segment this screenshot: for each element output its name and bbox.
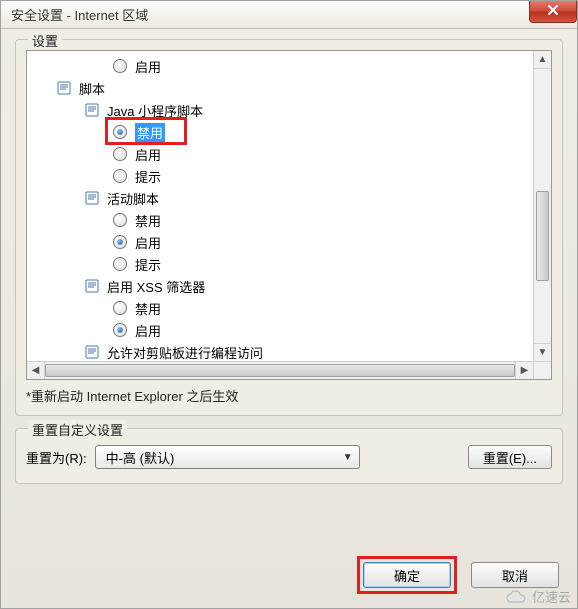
reset-fieldset: 重置自定义设置 重置为(R): 中-高 (默认) ▼ 重置(E)... (15, 428, 563, 484)
group-label: 活动脚本 (107, 189, 159, 208)
radio-active-disable[interactable]: 禁用 (29, 209, 531, 231)
radio-icon (113, 301, 127, 315)
tree-group-scripts[interactable]: 脚本 (29, 77, 531, 99)
restart-note: *重新启动 Internet Explorer 之后生效 (26, 386, 552, 405)
dialog-button-row: 确定 取消 (357, 556, 559, 594)
radio-icon (113, 59, 127, 73)
option-label: 提示 (135, 167, 161, 186)
chevron-down-icon: ▼ (343, 452, 353, 463)
option-label: 启用 (135, 145, 161, 164)
radio-java-disable[interactable]: 禁用 (29, 121, 531, 143)
radio-xss-disable[interactable]: 禁用 (29, 297, 531, 319)
reset-legend: 重置自定义设置 (28, 420, 127, 439)
radio-icon (113, 323, 127, 337)
dialog-window: 安全设置 - Internet 区域 设置 启用 (0, 0, 578, 609)
cancel-button[interactable]: 取消 (471, 562, 559, 588)
option-label: 启用 (135, 57, 161, 76)
group-label: 允许对剪贴板进行编程访问 (107, 343, 263, 362)
scroll-down-icon[interactable]: ▼ (534, 343, 551, 361)
combo-value: 中-高 (默认) (106, 448, 175, 467)
highlight-ok: 确定 (357, 556, 457, 594)
option-label: 禁用 (135, 211, 161, 230)
tree-group-clipboard[interactable]: 允许对剪贴板进行编程访问 (29, 341, 531, 361)
settings-tree: 启用 脚本 Java 小程序脚本 (26, 50, 552, 380)
option-label: 禁用 (135, 123, 165, 142)
radio-icon (113, 125, 127, 139)
vertical-scrollbar[interactable]: ▲ ▼ (533, 51, 551, 361)
group-label: 脚本 (79, 79, 105, 98)
ok-label: 确定 (394, 566, 420, 585)
radio-icon (113, 147, 127, 161)
reset-button[interactable]: 重置(E)... (468, 445, 552, 469)
titlebar: 安全设置 - Internet 区域 (1, 1, 577, 29)
tree-group-java-applet[interactable]: Java 小程序脚本 (29, 99, 531, 121)
settings-legend: 设置 (28, 31, 62, 50)
radio-java-enable[interactable]: 启用 (29, 143, 531, 165)
scroll-thumb[interactable] (45, 364, 515, 377)
group-label: 启用 XSS 筛选器 (107, 277, 205, 296)
reset-level-combo[interactable]: 中-高 (默认) ▼ (95, 445, 360, 469)
scroll-left-icon[interactable]: ◀ (27, 362, 45, 379)
radio-xss-enable[interactable]: 启用 (29, 319, 531, 341)
script-icon (85, 102, 101, 118)
script-icon (85, 344, 101, 360)
script-icon (85, 190, 101, 206)
radio-active-prompt[interactable]: 提示 (29, 253, 531, 275)
scroll-thumb[interactable] (536, 191, 549, 281)
option-label: 提示 (135, 255, 161, 274)
radio-icon (113, 213, 127, 227)
horizontal-scrollbar[interactable]: ◀ ▶ (27, 361, 533, 379)
close-button[interactable] (529, 1, 577, 23)
reset-label: 重置为(R): (26, 448, 87, 467)
tree-viewport[interactable]: 启用 脚本 Java 小程序脚本 (27, 51, 533, 361)
scroll-corner (533, 361, 551, 379)
radio-active-enable[interactable]: 启用 (29, 231, 531, 253)
radio-icon (113, 235, 127, 249)
dialog-title: 安全设置 - Internet 区域 (11, 5, 148, 24)
script-icon (57, 80, 73, 96)
radio-icon (113, 169, 127, 183)
tree-group-active-scripting[interactable]: 活动脚本 (29, 187, 531, 209)
close-icon (547, 4, 559, 19)
group-label: Java 小程序脚本 (107, 101, 203, 120)
radio-icon (113, 257, 127, 271)
tree-group-xss[interactable]: 启用 XSS 筛选器 (29, 275, 531, 297)
script-icon (85, 278, 101, 294)
option-label: 禁用 (135, 299, 161, 318)
ok-button[interactable]: 确定 (363, 562, 451, 588)
option-label: 启用 (135, 321, 161, 340)
option-label: 启用 (135, 233, 161, 252)
settings-fieldset: 设置 启用 脚本 (15, 39, 563, 416)
scroll-up-icon[interactable]: ▲ (534, 51, 551, 69)
radio-java-prompt[interactable]: 提示 (29, 165, 531, 187)
radio-option[interactable]: 启用 (29, 55, 531, 77)
scroll-right-icon[interactable]: ▶ (515, 362, 533, 379)
dialog-content: 设置 启用 脚本 (1, 29, 577, 510)
